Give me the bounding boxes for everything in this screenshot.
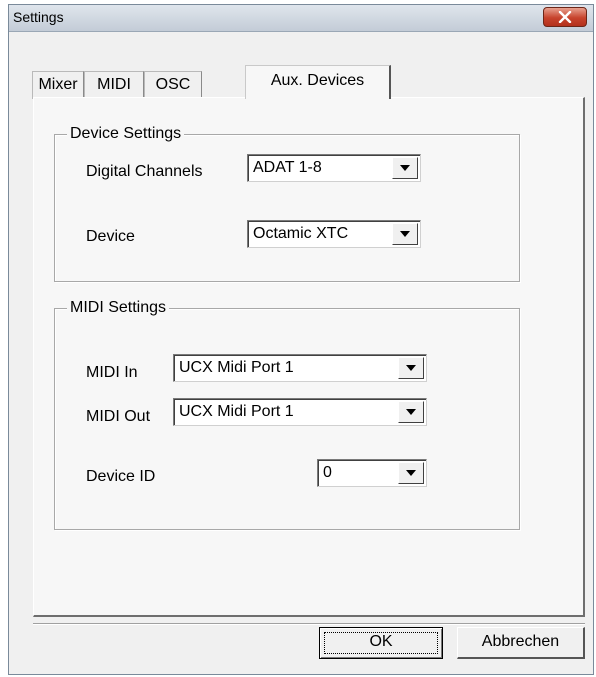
close-icon — [558, 11, 572, 23]
tab-label: MIDI — [97, 76, 131, 93]
select-value: 0 — [323, 464, 332, 481]
chevron-down-icon — [400, 165, 410, 171]
chevron-down-icon — [406, 409, 416, 415]
chevron-down-icon — [406, 470, 416, 476]
digital-channels-select[interactable]: ADAT 1-8 — [247, 154, 421, 182]
tab-midi[interactable]: MIDI — [84, 71, 144, 99]
select-value: UCX Midi Port 1 — [179, 403, 294, 420]
midi-in-select[interactable]: UCX Midi Port 1 — [173, 354, 427, 382]
midi-settings-group: MIDI Settings MIDI In UCX Midi Port 1 MI… — [54, 298, 520, 530]
midi-in-label: MIDI In — [86, 364, 138, 381]
device-id-select[interactable]: 0 — [317, 459, 427, 487]
chevron-down-icon — [406, 365, 416, 371]
device-select[interactable]: Octamic XTC — [247, 220, 421, 248]
dropdown-button[interactable] — [392, 157, 418, 179]
settings-dialog: Settings Mixer MIDI OSC Aux. Devices Dev… — [8, 4, 594, 675]
group-legend: MIDI Settings — [67, 298, 170, 318]
tab-label: OSC — [155, 76, 191, 93]
aux-devices-panel: Device Settings Digital Channels ADAT 1-… — [33, 97, 585, 617]
device-id-label: Device ID — [86, 468, 156, 485]
tab-aux-devices[interactable]: Aux. Devices — [245, 65, 391, 99]
cancel-button-label: Abbrechen — [481, 633, 560, 650]
dropdown-button[interactable] — [398, 462, 424, 484]
midi-out-select[interactable]: UCX Midi Port 1 — [173, 398, 427, 426]
cancel-button[interactable]: Abbrechen — [457, 627, 585, 659]
dropdown-button[interactable] — [398, 401, 424, 423]
select-value: ADAT 1-8 — [253, 159, 322, 176]
tab-label: Mixer — [38, 76, 78, 93]
select-value: Octamic XTC — [253, 225, 349, 242]
group-legend: Device Settings — [67, 124, 185, 144]
midi-out-label: MIDI Out — [86, 408, 151, 425]
select-value: UCX Midi Port 1 — [179, 359, 294, 376]
focus-rectangle — [324, 632, 438, 654]
digital-channels-label: Digital Channels — [86, 163, 203, 180]
close-button[interactable] — [543, 7, 587, 27]
dropdown-button[interactable] — [398, 357, 424, 379]
tab-label: Aux. Devices — [270, 72, 365, 89]
dropdown-button[interactable] — [392, 223, 418, 245]
device-label: Device — [86, 228, 135, 245]
window-title: Settings — [13, 9, 64, 25]
device-settings-group: Device Settings Digital Channels ADAT 1-… — [54, 124, 520, 282]
tab-osc[interactable]: OSC — [144, 71, 202, 99]
chevron-down-icon — [400, 231, 410, 237]
title-bar[interactable]: Settings — [9, 5, 593, 32]
separator — [33, 623, 585, 625]
tab-mixer[interactable]: Mixer — [32, 71, 84, 99]
ok-button[interactable]: OK — [319, 627, 443, 659]
